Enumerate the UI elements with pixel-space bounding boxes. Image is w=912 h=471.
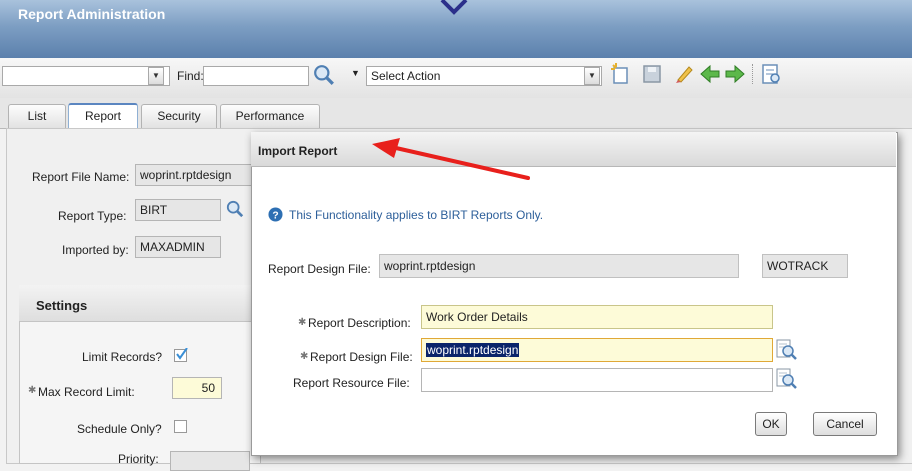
toolbar-separator [752, 64, 754, 84]
required-marker: ✱ [298, 317, 307, 328]
priority-field[interactable] [170, 451, 250, 471]
schedule-only-label: Schedule Only? [77, 422, 162, 436]
imported-by-field: MAXADMIN [135, 236, 221, 258]
action-dropdown-arrow-icon[interactable]: ▼ [351, 68, 360, 78]
select-action-combo[interactable]: Select Action [366, 66, 602, 86]
checkmark-icon [176, 348, 188, 360]
required-marker: ✱ [300, 351, 309, 362]
report-type-lookup-icon[interactable] [226, 200, 244, 218]
arrow-annotation-icon [372, 138, 530, 180]
save-icon[interactable] [641, 63, 663, 85]
report-resource-file-input[interactable] [421, 368, 773, 392]
ok-button[interactable]: OK [755, 412, 787, 436]
report-description-input[interactable]: Work Order Details [421, 305, 773, 329]
search-icon[interactable] [313, 64, 335, 86]
select-action-dropdown-button[interactable]: ▼ [584, 67, 600, 85]
design-file-readonly-field: woprint.rptdesign [379, 254, 739, 278]
svg-text:?: ? [272, 210, 278, 221]
report-type-field[interactable]: BIRT [135, 199, 221, 221]
settings-title: Settings [36, 298, 88, 313]
report-design-file-input[interactable]: woprint.rptdesign [421, 338, 773, 362]
required-marker: ✱ [28, 385, 37, 396]
tab-list[interactable]: List [8, 104, 66, 128]
dialog-header[interactable] [251, 132, 896, 167]
info-icon: ? [268, 207, 283, 222]
clear-changes-icon[interactable] [673, 63, 695, 85]
browse-file-icon[interactable] [775, 338, 797, 360]
limit-records-label: Limit Records? [82, 350, 163, 364]
record-combo[interactable] [2, 66, 170, 86]
report-file-name-field[interactable]: woprint.rptdesign [135, 164, 253, 186]
find-input[interactable] [203, 66, 309, 86]
new-record-icon[interactable] [610, 63, 632, 85]
next-record-icon[interactable] [724, 63, 746, 85]
run-reports-icon[interactable] [760, 63, 782, 85]
tab-performance[interactable]: Performance [220, 104, 320, 128]
tab-security[interactable]: Security [141, 104, 217, 128]
chevron-down-icon [440, 0, 468, 15]
design-file-label: Report Design File: [268, 262, 371, 276]
application-field: WOTRACK [762, 254, 848, 278]
import-report-dialog [251, 132, 898, 456]
max-record-limit-field[interactable]: 50 [172, 377, 222, 399]
tab-report[interactable]: Report [68, 103, 138, 129]
imported-by-label: Imported by: [62, 243, 129, 257]
priority-label: Priority: [118, 452, 159, 466]
max-record-limit-value: 50 [201, 381, 215, 395]
cancel-button[interactable]: Cancel [813, 412, 877, 436]
report-design-file-input-label: Report Design File: [310, 350, 413, 364]
limit-records-checkbox[interactable] [174, 348, 188, 362]
previous-record-icon[interactable] [699, 63, 721, 85]
report-type-label: Report Type: [58, 209, 127, 223]
dialog-title: Import Report [258, 144, 338, 158]
report-file-name-label: Report File Name: [32, 170, 130, 184]
select-action-value: Select Action [371, 69, 441, 83]
schedule-only-checkbox[interactable] [174, 420, 187, 433]
max-record-limit-label: Max Record Limit: [38, 385, 135, 399]
report-resource-file-label: Report Resource File: [293, 376, 410, 390]
info-text: This Functionality applies to BIRT Repor… [289, 208, 544, 222]
report-description-label: Report Description: [308, 316, 411, 330]
record-combo-dropdown-button[interactable]: ▼ [148, 67, 164, 85]
find-label: Find: [177, 69, 204, 83]
page-title: Report Administration [18, 6, 166, 22]
report-design-file-selected-text: woprint.rptdesign [426, 343, 520, 357]
browse-resource-icon[interactable] [775, 367, 797, 389]
